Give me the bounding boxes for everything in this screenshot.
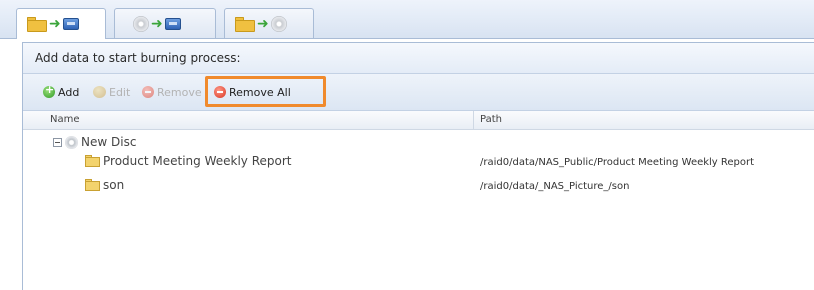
table-row[interactable]: Product Meeting Weekly Report /raid0/dat… — [23, 152, 814, 174]
disk-icon — [62, 18, 79, 30]
edit-icon — [93, 86, 106, 98]
panel-title: Add data to start burning process: — [35, 51, 241, 65]
arrow-right-icon: ➜ — [151, 16, 163, 32]
tab-icon-group: ➜ — [133, 14, 181, 34]
arrow-right-icon: ➜ — [257, 16, 269, 32]
edit-button-label: Edit — [109, 85, 131, 99]
cd-icon — [270, 16, 287, 32]
tab-icon-group: ➜ — [235, 14, 287, 34]
tree-root-name: New Disc — [53, 135, 136, 149]
row-name: son — [85, 178, 124, 192]
column-header-path[interactable]: Path — [480, 114, 502, 125]
row-name: Product Meeting Weekly Report — [85, 154, 291, 168]
remove-button-label: Remove — [157, 85, 202, 99]
remove-icon — [142, 86, 154, 98]
panel-header: Add data to start burning process: — [23, 43, 814, 74]
remove-all-highlight — [205, 76, 326, 107]
folder-icon — [85, 155, 100, 167]
table-row[interactable]: son /raid0/data/_NAS_Picture_/son — [23, 176, 814, 198]
folder-icon — [85, 179, 100, 191]
remove-button[interactable]: Remove — [142, 83, 202, 101]
burn-data-panel: Add data to start burning process: Add E… — [22, 42, 814, 290]
grid-header: Name Path — [23, 111, 814, 130]
collapse-toggle-icon[interactable] — [53, 137, 62, 147]
add-icon — [43, 83, 55, 98]
column-divider[interactable] — [473, 111, 474, 129]
tab-burn-image[interactable]: ➜ — [224, 8, 314, 38]
tab-add-data-to-disc[interactable]: ➜ — [16, 8, 106, 39]
tab-strip: ➜ ➜ ➜ — [0, 0, 814, 39]
arrow-right-icon: ➜ — [49, 16, 61, 32]
tree-root-label: New Disc — [81, 135, 137, 149]
add-button[interactable]: Add — [43, 83, 79, 101]
column-header-name[interactable]: Name — [50, 114, 80, 125]
row-name-label: son — [103, 178, 125, 192]
row-path: /raid0/data/_NAS_Picture_/son — [480, 181, 630, 192]
add-button-label: Add — [58, 85, 80, 99]
folder-icon — [235, 16, 255, 32]
row-path: /raid0/data/NAS_Public/Product Meeting W… — [480, 157, 755, 168]
tab-disc-to-image[interactable]: ➜ — [114, 8, 216, 38]
disc-icon — [65, 135, 78, 149]
tab-icon-group: ➜ — [27, 14, 79, 34]
disk-icon — [164, 18, 181, 30]
toolbar: Add Edit Remove Remove All — [23, 74, 814, 111]
edit-button[interactable]: Edit — [93, 83, 130, 101]
row-name-label: Product Meeting Weekly Report — [103, 154, 292, 168]
folder-icon — [27, 16, 47, 32]
cd-icon — [133, 16, 149, 32]
